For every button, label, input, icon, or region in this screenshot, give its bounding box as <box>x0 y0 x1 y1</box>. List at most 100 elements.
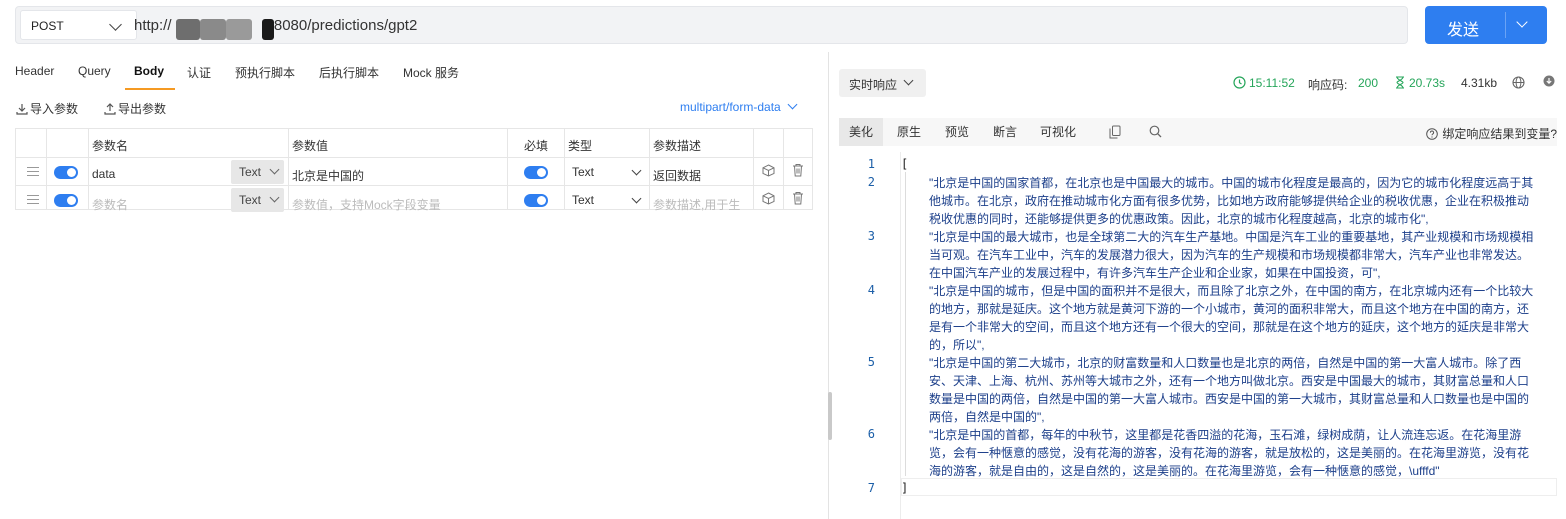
drag-handle-icon[interactable] <box>27 167 39 176</box>
content-type-label: multipart/form-data <box>680 100 781 114</box>
response-duration: 20.73s <box>1409 76 1446 90</box>
params-table: 参数名 参数值 必填 类型 参数描述 data Text 北京是中国的 Text… <box>15 128 813 213</box>
chevron-down-icon <box>631 165 642 176</box>
col-divider <box>88 129 89 209</box>
tab-body[interactable]: Body <box>134 64 164 78</box>
redacted-host <box>262 19 274 40</box>
drag-handle-icon[interactable] <box>27 195 39 204</box>
chevron-down-icon <box>269 192 280 203</box>
export-icon <box>104 103 116 115</box>
status-label: 响应码: <box>1308 78 1348 92</box>
indent-guide <box>905 172 906 476</box>
response-body-viewer[interactable]: 1 2 3 4 5 6 7 [ "北京是中国的国家首都，在北京也是中国最大的城市… <box>829 152 1566 519</box>
param-value[interactable]: 北京是中国的 <box>292 167 364 184</box>
required-toggle[interactable] <box>524 166 548 179</box>
help-icon <box>1426 128 1439 140</box>
col-divider <box>649 129 650 209</box>
line-number: 6 <box>867 427 875 441</box>
col-divider <box>507 129 508 209</box>
redacted-host <box>200 19 226 40</box>
chevron-down-icon <box>109 18 122 31</box>
content-type-select[interactable]: multipart/form-data <box>680 99 798 114</box>
chevron-down-icon <box>631 193 642 204</box>
tab-mock[interactable]: Mock 服务 <box>403 64 459 81</box>
search-icon[interactable] <box>1149 125 1162 138</box>
download-icon[interactable] <box>1543 75 1555 87</box>
param-name[interactable]: data <box>92 167 115 181</box>
col-divider <box>753 129 754 209</box>
tab-pretty[interactable]: 美化 <box>839 118 883 146</box>
export-params-button[interactable]: 导出参数 <box>104 100 166 117</box>
active-tab-underline <box>125 88 175 90</box>
tab-pre-script[interactable]: 预执行脚本 <box>235 64 295 81</box>
tab-query[interactable]: Query <box>78 64 111 78</box>
request-panel: Header Query Body 认证 预执行脚本 后执行脚本 Mock 服务… <box>0 52 828 519</box>
tab-preview[interactable]: 预览 <box>939 118 975 146</box>
col-divider <box>564 129 565 209</box>
required-toggle[interactable] <box>524 194 548 207</box>
enable-toggle[interactable] <box>54 166 78 179</box>
response-panel: 实时响应 15:11:52 响应码: 200 20.73s 4.31kb 美化 … <box>829 52 1566 519</box>
current-line-highlight <box>901 478 1557 496</box>
method-select[interactable]: POST <box>20 10 137 40</box>
line-number: 2 <box>867 175 875 189</box>
response-mode-select[interactable]: 实时响应 <box>839 69 926 97</box>
param-desc[interactable]: 返回数据 <box>653 167 701 184</box>
chevron-down-icon <box>269 164 280 175</box>
row-divider <box>16 157 812 158</box>
value-type-label: Text <box>239 165 262 179</box>
value-type-select[interactable]: Text <box>231 188 284 212</box>
enable-toggle[interactable] <box>54 194 78 207</box>
bind-result-label: 绑定响应结果到变量? <box>1442 127 1557 141</box>
gutter-divider <box>900 152 901 519</box>
tab-header[interactable]: Header <box>15 64 54 78</box>
send-label: 发送 <box>1446 22 1479 39</box>
chevron-down-icon[interactable] <box>1516 16 1528 28</box>
bind-result-help[interactable]: 绑定响应结果到变量? <box>1426 125 1557 142</box>
row-divider <box>16 185 812 186</box>
import-icon <box>16 104 28 115</box>
json-open-bracket: [ <box>901 157 909 171</box>
param-value-input[interactable]: 参数值，支持Mock字段变量 <box>292 196 441 213</box>
tab-raw[interactable]: 原生 <box>891 118 927 146</box>
url-bar: POST http:// 18080/predictions/gpt2 <box>15 6 1408 44</box>
col-header-desc: 参数描述 <box>653 139 702 153</box>
col-divider <box>46 129 47 209</box>
param-desc-input[interactable]: 参数描述,用于生 <box>653 196 740 213</box>
json-string-line: "北京是中国的首都，每年的中秋节，这里都是花香四溢的花海，玉石滩，绿树成荫，让人… <box>929 428 1530 478</box>
col-header-type: 类型 <box>568 139 593 153</box>
value-type-select[interactable]: Text <box>231 160 284 184</box>
tab-assert[interactable]: 断言 <box>987 118 1023 146</box>
globe-icon[interactable] <box>1512 76 1525 89</box>
tab-visualize[interactable]: 可视化 <box>1033 118 1083 146</box>
response-size: 4.31kb <box>1461 76 1498 90</box>
json-string-line: "北京是中国的国家首都，在北京也是中国最大的城市。中国的城市化程度是最高的，因为… <box>929 176 1534 226</box>
copy-icon[interactable] <box>1109 125 1121 139</box>
type-select[interactable]: Text <box>572 193 594 207</box>
chevron-down-icon <box>787 99 798 110</box>
url-suffix: 18080/predictions/gpt2 <box>265 17 418 34</box>
tab-post-script[interactable]: 后执行脚本 <box>319 64 379 81</box>
import-params-button[interactable]: 导入参数 <box>16 100 78 117</box>
response-mode-label: 实时响应 <box>849 78 898 92</box>
response-view-tabs: 美化 原生 预览 断言 可视化 绑定响应结果到变量? <box>839 118 1557 146</box>
type-select[interactable]: Text <box>572 165 594 179</box>
value-type-label: Text <box>239 193 262 207</box>
param-name-input[interactable]: 参数名 <box>92 196 128 213</box>
cube-icon[interactable] <box>762 192 775 205</box>
api-client-app: POST http:// 18080/predictions/gpt2 发送 He… <box>0 0 1566 519</box>
export-label: 导出参数 <box>118 102 167 116</box>
col-divider <box>288 129 289 209</box>
line-number: 1 <box>867 157 875 171</box>
cube-icon[interactable] <box>762 164 775 177</box>
trash-icon[interactable] <box>792 191 804 205</box>
chevron-down-icon <box>903 75 914 86</box>
trash-icon[interactable] <box>792 163 804 177</box>
status-code: 200 <box>1358 76 1379 90</box>
line-number: 4 <box>867 283 875 297</box>
clock-icon <box>1233 76 1246 89</box>
method-label: POST <box>31 19 64 33</box>
send-button[interactable]: 发送 <box>1425 6 1547 44</box>
tab-auth[interactable]: 认证 <box>187 64 211 81</box>
json-string-line: "北京是中国的城市，但是中国的面积并不是很大，而且除了北京之外，在中国的南方，在… <box>929 284 1534 352</box>
